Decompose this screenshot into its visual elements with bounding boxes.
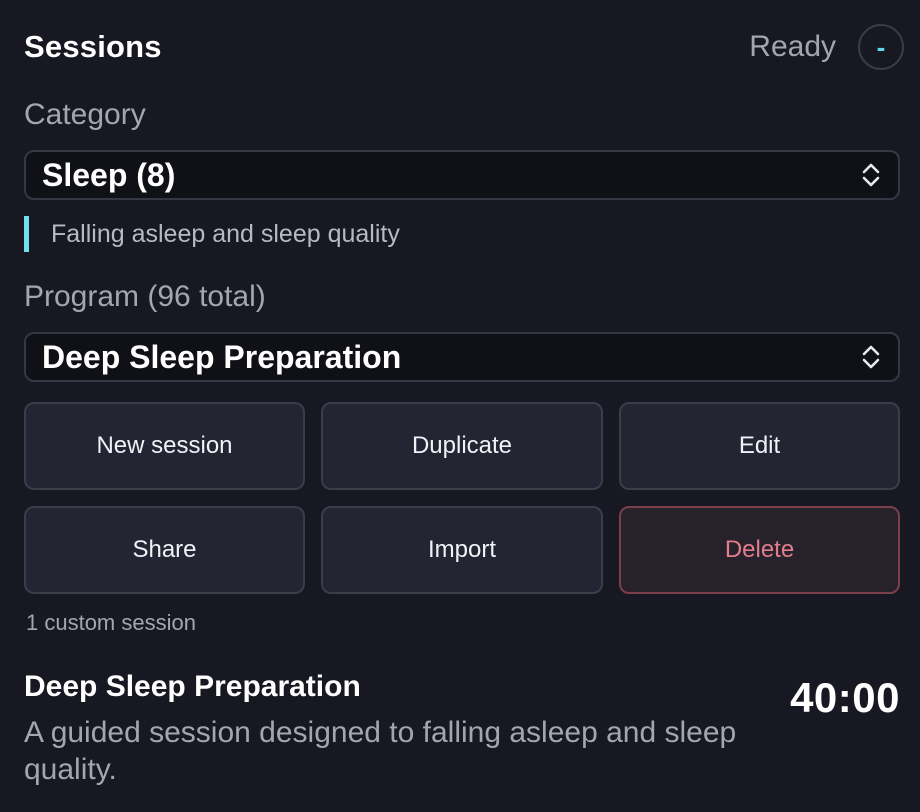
category-selected-value: Sleep (8) [42,156,176,193]
new-session-button[interactable]: New session [24,402,305,490]
panel-header: Sessions Ready - [24,22,904,72]
action-buttons: New session Duplicate Edit Share Import … [24,402,900,594]
program-detail-description: A guided session designed to falling asl… [24,716,737,786]
panel-title: Sessions [24,29,162,64]
chevron-up-down-icon [860,160,882,190]
program-duration: 40:00 [790,674,900,721]
category-select[interactable]: Sleep (8) [24,150,900,200]
share-button[interactable]: Share [24,506,305,594]
delete-button[interactable]: Delete [619,506,900,594]
status-area: Ready - [749,24,904,70]
program-select[interactable]: Deep Sleep Preparation [24,332,900,382]
sessions-panel: Sessions Ready - Category Sleep (8) Fall… [0,0,920,812]
category-description: Falling asleep and sleep quality [24,216,400,252]
status-text: Ready [749,30,836,63]
edit-button[interactable]: Edit [619,402,900,490]
program-selected-value: Deep Sleep Preparation [42,338,402,375]
program-label: Program (96 total) [24,280,266,313]
minus-icon: - [876,31,886,62]
minus-button[interactable]: - [858,24,904,70]
import-button[interactable]: Import [321,506,603,594]
custom-session-count: 1 custom session [26,610,196,635]
duplicate-button[interactable]: Duplicate [321,402,603,490]
chevron-up-down-icon [860,342,882,372]
category-label: Category [24,98,146,131]
program-detail-title: Deep Sleep Preparation [24,670,361,703]
